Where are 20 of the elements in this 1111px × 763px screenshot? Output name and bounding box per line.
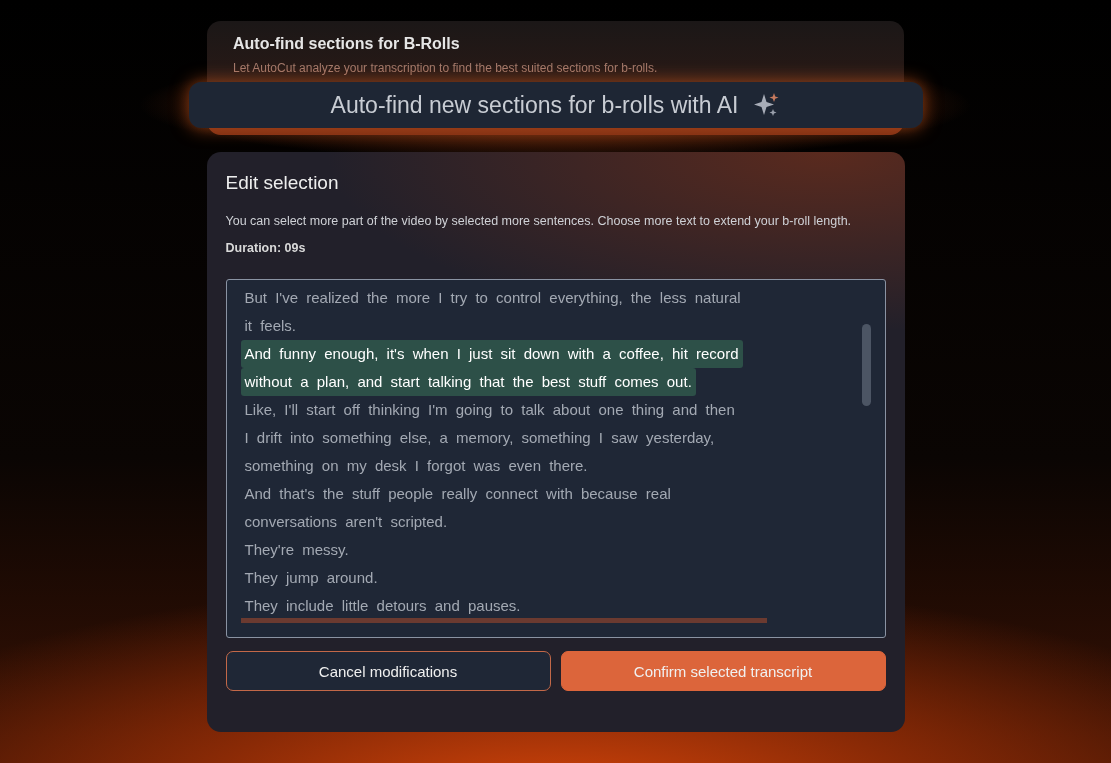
transcript-line[interactable]: I drift into something else, a memory, something I saw yesterday, [240,424,719,452]
duration-label: Duration: 09s [225,241,307,255]
card-description: Let AutoCut analyze your transcription to find the best suited sections for b-rolls. [233,61,659,75]
auto-find-button[interactable]: Auto-find new sections for b-rolls with AI [188,82,923,128]
transcript-line[interactable]: it feels. [240,312,301,340]
transcript-line[interactable]: They jump around. [240,564,382,592]
transcript-line[interactable]: And that's the stuff people really connect with because real [240,480,675,508]
transcript-line[interactable]: something on my desk I forgot was even there. [240,452,592,480]
transcript-line[interactable]: They're messy. [240,536,353,564]
sparkles-icon [752,92,781,118]
scrollbar-thumb[interactable] [861,324,871,406]
panel-description: You can select more part of the video by selected more sentences. Choose more text to extend your b-roll length. [225,213,853,230]
panel-title: Edit selection [225,172,340,194]
transcript-line[interactable]: They include little detours and pauses. [240,592,525,620]
cancel-button[interactable]: Cancel modifications [225,651,551,691]
card-title: Auto-find sections for B-Rolls [233,35,461,53]
scrollbar-thumb[interactable] [240,618,767,623]
transcript-line[interactable]: Like, I'll start off thinking I'm going to talk about one thing and then [240,396,739,424]
transcript-line[interactable]: conversations aren't scripted. [240,508,452,536]
transcript-line[interactable]: But I've realized the more I try to control everything, the less natural [240,284,745,312]
